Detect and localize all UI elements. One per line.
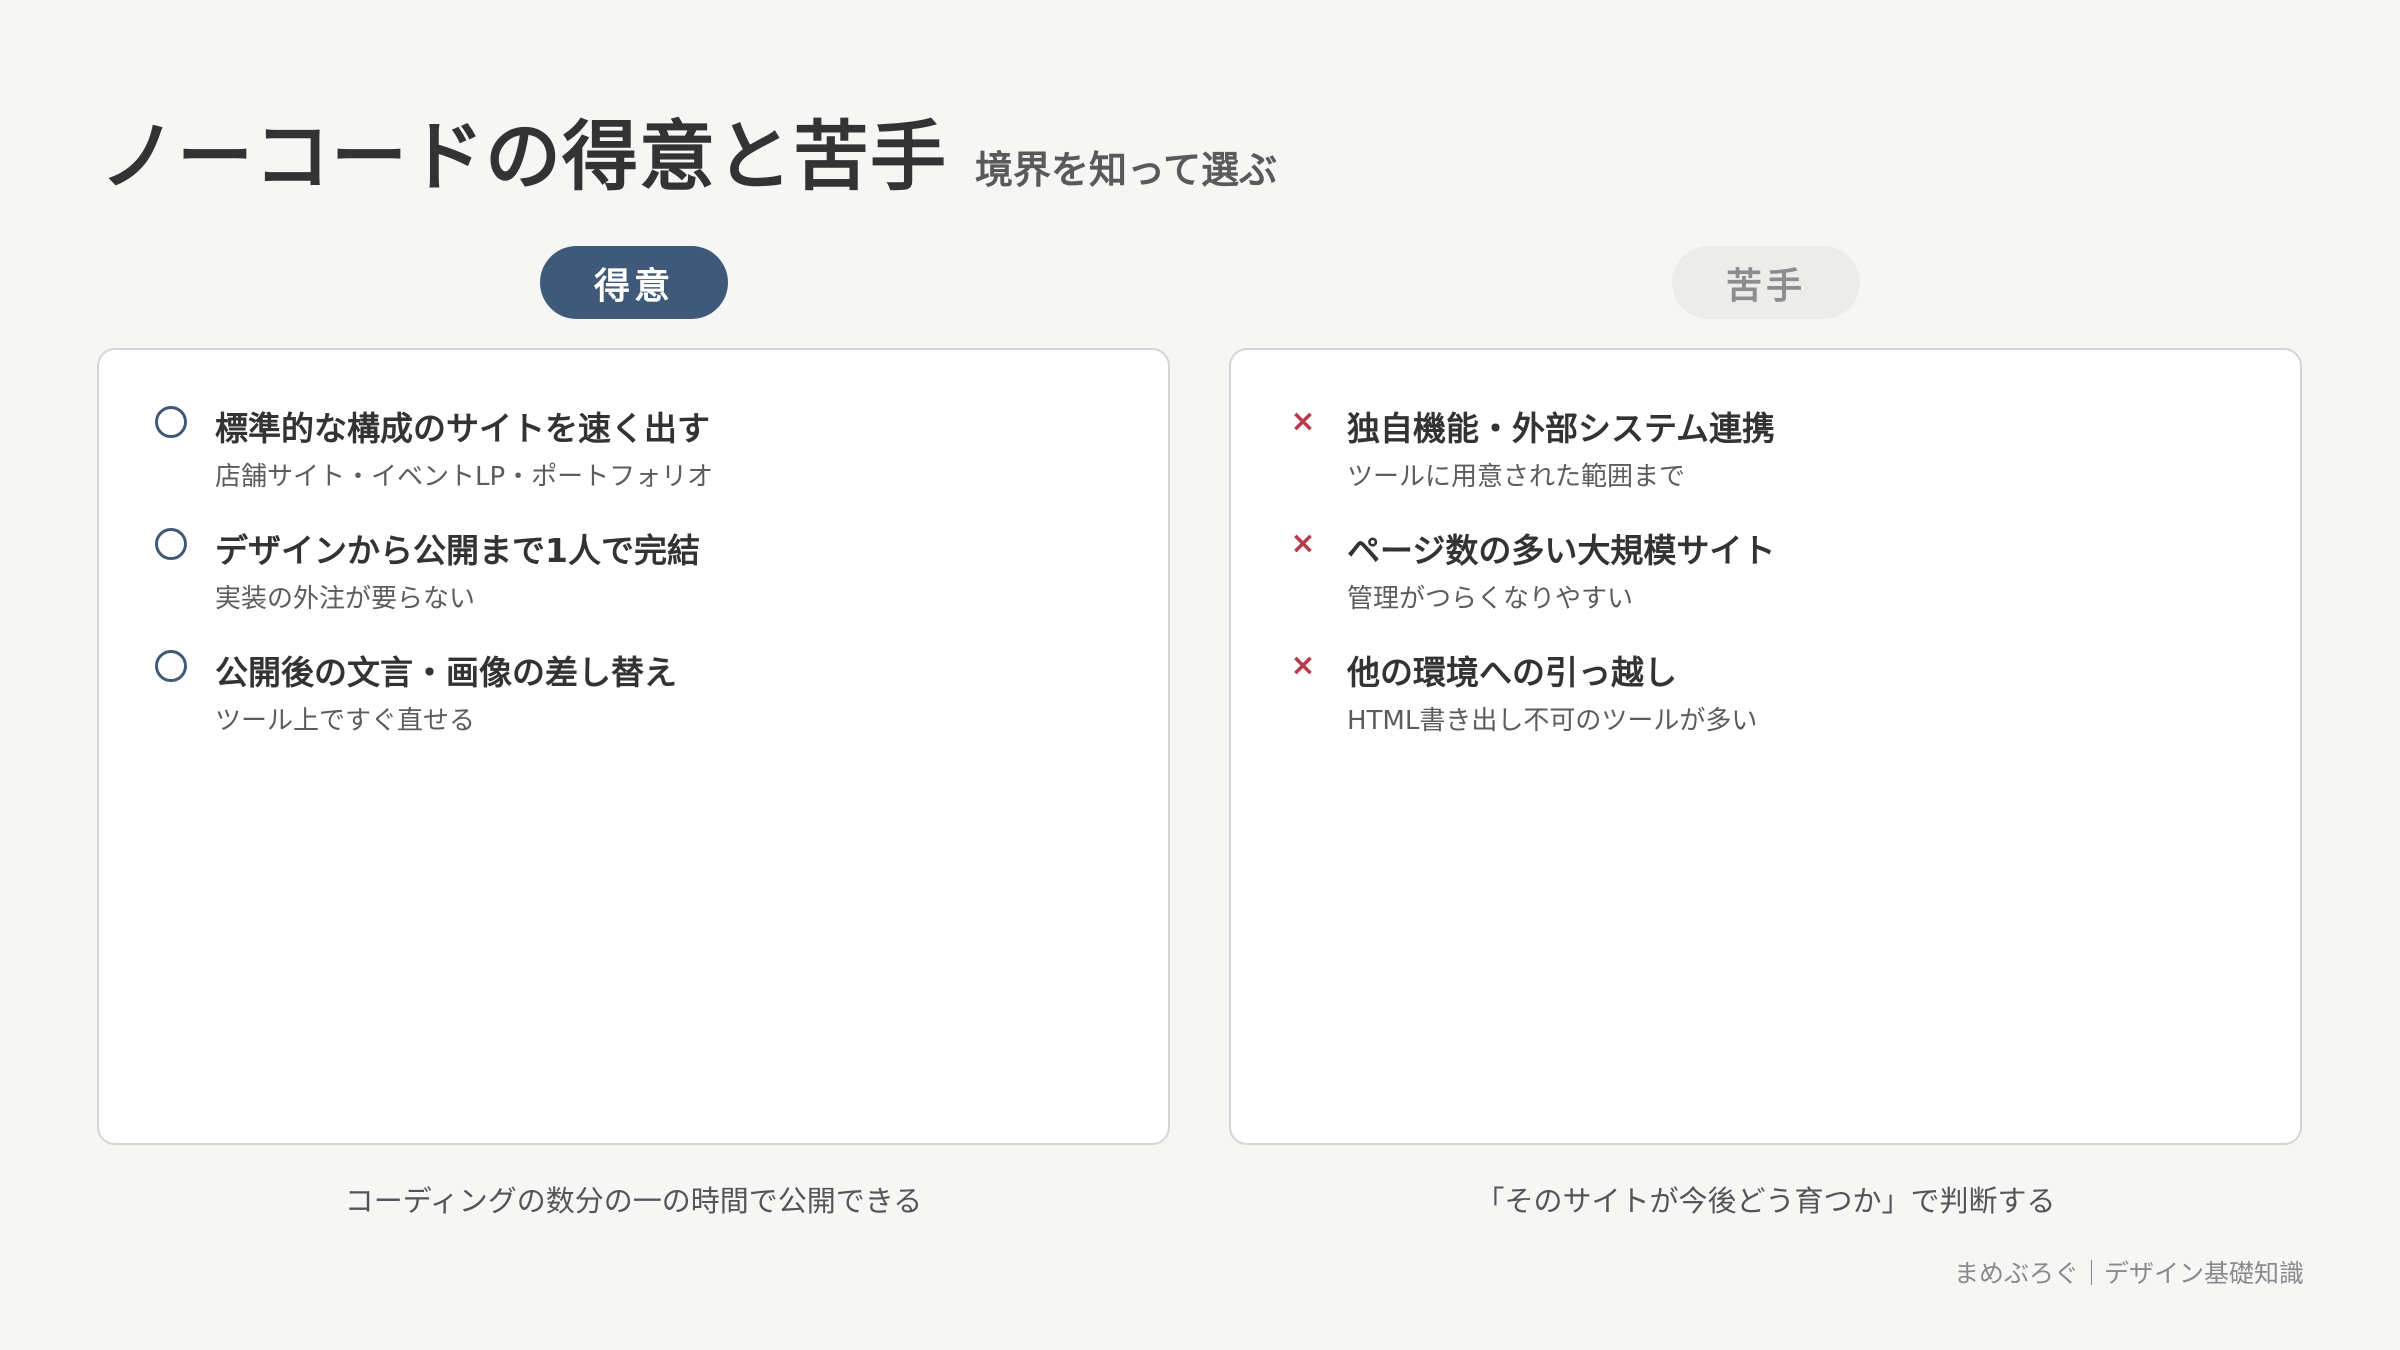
strengths-caption: コーディングの数分の一の時間で公開できる	[344, 1184, 923, 1218]
cross-icon: ×	[1290, 526, 1316, 561]
weakness-item-title: ページ数の多い大規模サイト	[1347, 531, 1776, 570]
strength-item-title: 標準的な構成のサイトを速く出す	[215, 409, 710, 448]
strength-item-title: 公開後の文言・画像の差し替え	[215, 653, 677, 692]
strength-item-desc: 店舗サイト・イベントLP・ポートフォリオ	[215, 462, 714, 492]
page-subtitle: 境界を知って選ぶ	[975, 148, 1278, 192]
weaknesses-caption: 「そのサイトが今後どう育つか」で判断する	[1475, 1184, 2056, 1218]
weaknesses-card: × 独自機能・外部システム連携 ツールに用意された範囲まで × ページ数の多い大…	[1229, 348, 2302, 1145]
weakness-item-desc: ツールに用意された範囲まで	[1347, 462, 1686, 492]
circle-icon	[155, 528, 187, 560]
weakness-item-desc: 管理がつらくなりやすい	[1347, 584, 1634, 614]
strength-item-title: デザインから公開まで1人で完結	[215, 531, 700, 570]
cross-icon: ×	[1290, 404, 1316, 439]
circle-icon	[155, 406, 187, 438]
cross-icon: ×	[1290, 648, 1316, 683]
strength-item-desc: ツール上ですぐ直せる	[215, 706, 476, 736]
strengths-card: 標準的な構成のサイトを速く出す 店舗サイト・イベントLP・ポートフォリオ デザイ…	[97, 348, 1170, 1145]
weakness-item-title: 他の環境への引っ越し	[1347, 653, 1677, 692]
page-title: ノーコードの得意と苦手	[100, 112, 947, 201]
footer-credit: まめぶろぐ｜デザイン基礎知識	[1953, 1259, 2304, 1288]
strengths-label-badge: 得意	[540, 246, 728, 319]
weakness-item-desc: HTML書き出し不可のツールが多い	[1347, 706, 1758, 736]
page-header: ノーコードの得意と苦手 境界を知って選ぶ	[100, 95, 1277, 205]
weaknesses-label-badge: 苦手	[1672, 246, 1860, 319]
circle-icon	[155, 650, 187, 682]
weakness-item-title: 独自機能・外部システム連携	[1347, 409, 1776, 448]
strength-item-desc: 実装の外注が要らない	[215, 584, 476, 614]
